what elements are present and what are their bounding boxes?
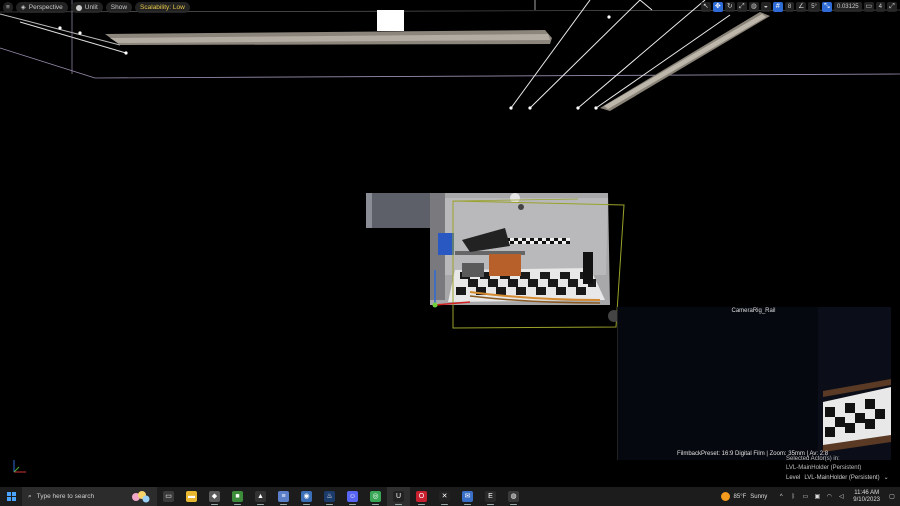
level-label: Level bbox=[786, 475, 801, 481]
wifi-icon[interactable]: ◠ bbox=[825, 493, 833, 501]
taskbar-app-button[interactable]: U bbox=[387, 487, 410, 506]
steam-icon: ♨ bbox=[324, 491, 335, 502]
bluetooth-icon[interactable]: ᛒ bbox=[789, 493, 797, 501]
notifications-icon[interactable]: ▢ bbox=[888, 493, 896, 501]
file-explorer-icon: ▬ bbox=[186, 491, 197, 502]
opera-icon: O bbox=[416, 491, 427, 502]
viewport-toolbar-right: ↖ ✥ ↻ ⤢ ◍ ◒ # 8 ∠ 5° ⤡ 0.03125 ▭ 4 ⤢ bbox=[700, 2, 897, 12]
level-bar[interactable]: Level LVL-MainHolder (Persistent) ⌄ bbox=[786, 474, 896, 483]
office-room-mesh[interactable] bbox=[366, 193, 625, 329]
selection-info: Selected Actor(s) in: LVL-MainHolder (Pe… bbox=[786, 455, 861, 473]
obs-icon: ◍ bbox=[508, 491, 519, 502]
scale-icon[interactable]: ⤢ bbox=[736, 2, 747, 12]
hamburger-icon: ≡ bbox=[6, 4, 10, 11]
roblox-icon: ◆ bbox=[209, 491, 220, 502]
blender-icon: ◉ bbox=[301, 491, 312, 502]
selected-level-name: LVL-MainHolder (Persistent) bbox=[786, 465, 862, 471]
chrome-icon: ◎ bbox=[370, 491, 381, 502]
viewport-options-button[interactable]: ≡ bbox=[3, 2, 13, 13]
lighting-mode-button[interactable]: Unlit bbox=[70, 2, 103, 13]
capcut-icon: ✕ bbox=[439, 491, 450, 502]
perspective-icon: ◈ bbox=[20, 4, 26, 11]
camera-preview-title: CameraRig_Rail bbox=[731, 308, 776, 314]
camera-preview-panel bbox=[617, 307, 891, 460]
select-mode-icon[interactable]: ↖ bbox=[700, 2, 711, 12]
unreal-engine-icon: U bbox=[393, 491, 404, 502]
start-button[interactable] bbox=[0, 487, 22, 506]
clock-time: 11:46 AM bbox=[854, 489, 880, 496]
epic-launcher-icon: ▲ bbox=[255, 491, 266, 502]
selected-actors-label: Selected Actor(s) in: bbox=[786, 456, 840, 462]
maximize-viewport-icon[interactable]: ⤢ bbox=[887, 2, 897, 12]
unlit-icon bbox=[75, 4, 82, 11]
network-icon[interactable]: ▭ bbox=[801, 493, 809, 501]
taskbar-app-button[interactable]: ≡ bbox=[272, 487, 295, 506]
grid-snap-value[interactable]: 8 bbox=[784, 2, 795, 12]
show-hidden-icons-icon[interactable]: ^ bbox=[777, 493, 785, 501]
viewport-toolbar-left: ≡ ◈ Perspective Unlit Show Scalability: … bbox=[3, 2, 190, 13]
search-placeholder: Type here to search bbox=[36, 493, 95, 500]
taskbar-app-button[interactable]: ▬ bbox=[180, 487, 203, 506]
chevron-down-icon[interactable]: ⌄ bbox=[884, 474, 889, 483]
scale-snap-icon[interactable]: ⤡ bbox=[821, 2, 832, 12]
camera-speed-icon[interactable]: ▭ bbox=[863, 2, 874, 12]
level-value: LVL-MainHolder (Persistent) bbox=[804, 475, 880, 481]
taskbar-search-box[interactable]: ⌕ Type here to search bbox=[22, 487, 157, 506]
ceiling-rail-right bbox=[58, 0, 770, 111]
windows-logo-icon bbox=[6, 492, 16, 501]
discord-icon: ☺ bbox=[347, 491, 358, 502]
system-tray: 85°F Sunny ^ ᛒ ▭ ▣ ◠ ◁ 11:46 AM 9/10/202… bbox=[720, 487, 900, 506]
taskbar-app-button[interactable]: ☺ bbox=[341, 487, 364, 506]
taskbar-app-button[interactable]: ◎ bbox=[364, 487, 387, 506]
scale-snap-value[interactable]: 0.03125 bbox=[833, 2, 862, 12]
sun-icon bbox=[720, 492, 730, 501]
translate-icon[interactable]: ✥ bbox=[712, 2, 723, 12]
view-mode-button[interactable]: ◈ Perspective bbox=[15, 2, 68, 13]
rotate-icon[interactable]: ↻ bbox=[724, 2, 735, 12]
rotation-snap-icon[interactable]: ∠ bbox=[796, 2, 807, 12]
scalability-button[interactable]: Scalability: Low bbox=[135, 2, 190, 13]
axis-indicator-icon bbox=[13, 460, 26, 473]
epic-games-icon: E bbox=[485, 491, 496, 502]
display-icon[interactable]: ▣ bbox=[813, 493, 821, 501]
taskbar-app-button[interactable]: ◍ bbox=[502, 487, 525, 506]
task-view-icon: ▭ bbox=[163, 491, 174, 502]
show-button[interactable]: Show bbox=[105, 2, 133, 13]
rotation-snap-value[interactable]: 5° bbox=[808, 2, 820, 12]
camera-preview-render bbox=[618, 307, 891, 460]
search-highlight-icon bbox=[132, 491, 150, 503]
volume-icon[interactable]: ◁ bbox=[837, 493, 845, 501]
taskbar-app-button[interactable]: ♨ bbox=[318, 487, 341, 506]
taskbar-app-button[interactable]: ■ bbox=[226, 487, 249, 506]
weather-widget[interactable]: 85°F Sunny bbox=[720, 492, 768, 501]
grid-snap-icon[interactable]: # bbox=[772, 2, 783, 12]
taskbar-app-list: ▭ ▬ ◆ ■ ▲ ≡ ◉ ♨ ☺ ◎ U O ✕ ✉ E ◍ bbox=[157, 487, 525, 506]
taskbar-app-button[interactable]: ◆ bbox=[203, 487, 226, 506]
taskbar-app-button[interactable]: ▭ bbox=[157, 487, 180, 506]
clock[interactable]: 11:46 AM 9/10/2023 bbox=[853, 490, 880, 504]
notepad-icon: ≡ bbox=[278, 491, 289, 502]
search-icon: ⌕ bbox=[28, 492, 32, 500]
world-local-icon[interactable]: ◍ bbox=[748, 2, 759, 12]
taskbar-app-button[interactable]: ◉ bbox=[295, 487, 318, 506]
weather-temp: 85°F bbox=[733, 493, 747, 500]
surface-snap-icon[interactable]: ◒ bbox=[760, 2, 771, 12]
taskbar-app-button[interactable]: E bbox=[479, 487, 502, 506]
taskbar-app-button[interactable]: ✉ bbox=[456, 487, 479, 506]
level-viewport[interactable]: ≡ ◈ Perspective Unlit Show Scalability: … bbox=[0, 0, 900, 487]
minecraft-icon: ■ bbox=[232, 491, 243, 502]
camera-speed-value[interactable]: 4 bbox=[875, 2, 885, 12]
mail-icon: ✉ bbox=[462, 491, 473, 502]
taskbar-app-button[interactable]: ▲ bbox=[249, 487, 272, 506]
taskbar-app-button[interactable]: ✕ bbox=[433, 487, 456, 506]
windows-taskbar: ⌕ Type here to search ▭ ▬ ◆ ■ ▲ ≡ ◉ ♨ ☺ ◎ U O ✕ ✉ E ◍ 8… bbox=[0, 487, 900, 506]
taskbar-app-button[interactable]: O bbox=[410, 487, 433, 506]
clock-date: 9/10/2023 bbox=[853, 496, 880, 503]
weather-condition: Sunny bbox=[750, 493, 768, 500]
